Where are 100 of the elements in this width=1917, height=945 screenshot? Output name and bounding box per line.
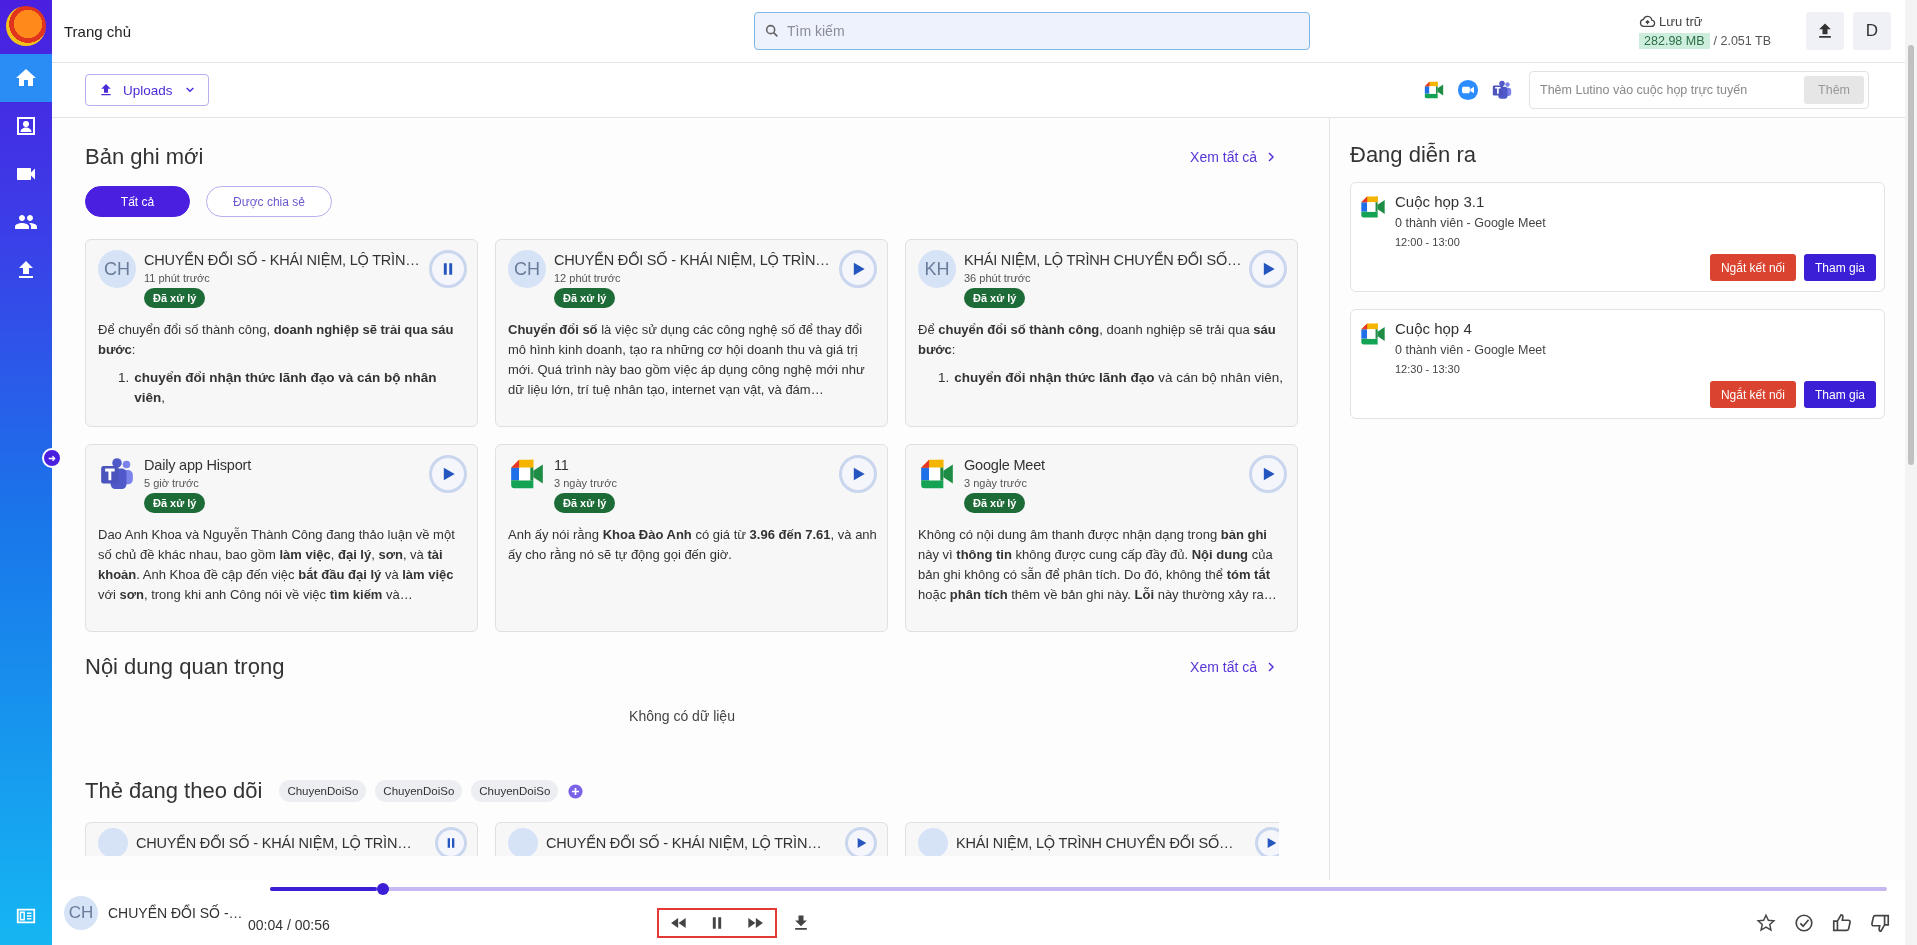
search-icon (764, 23, 780, 39)
search-field[interactable]: Tìm kiếm (754, 12, 1310, 50)
recording-time: 3 ngày trước (964, 477, 1028, 489)
see-all-link[interactable]: Xem tất cả (1190, 659, 1279, 675)
recording-summary: Không có nội dung âm thanh được nhận dạng trong bản ghi này vì thông tin không được cung cấp đầy đủ. Nội dung của bản ghi không có sẵn để phân tích. Do đó, không thể tóm tắt hoặc phân tích thêm về bản ghi này. Lỗi này thường xảy ra… (918, 526, 1278, 604)
uploads-button[interactable]: Uploads (85, 74, 209, 106)
user-avatar: CH (508, 250, 546, 288)
storage-used: 282.98 MB (1639, 33, 1710, 49)
page-title: Trang chủ (64, 22, 132, 40)
upload-button[interactable] (1806, 12, 1844, 50)
status-badge: Đã xử lý (144, 493, 206, 513)
recording-time: 11 phút trước (144, 272, 211, 284)
scrollbar-thumb[interactable] (1908, 45, 1914, 465)
recording-card[interactable]: CHUYỂN ĐỔI SỐ - KHÁI NIỆM, LỘ TRÌN… (495, 822, 888, 856)
meeting-time: 12:30 - 13:30 (1395, 363, 1461, 375)
recording-summary: Để chuyển đổi số thành công, doanh nghiệp sẽ trải qua sáu bước: (98, 321, 455, 359)
recording-time: 36 phút trước (964, 272, 1032, 284)
section-title: Thẻ đang theo dõi (85, 778, 263, 804)
play-button[interactable] (839, 250, 877, 288)
section-title: Đang diễn ra (1350, 142, 1477, 168)
status-badge: Đã xử lý (554, 493, 616, 513)
join-button[interactable]: Tham gia (1803, 381, 1876, 408)
recording-time: 12 phút trước (554, 272, 622, 284)
status-badge: Đã xử lý (144, 288, 206, 308)
contacts-icon (14, 114, 38, 138)
list-item-text: chuyển đổi nhận thức lãnh đạo và cán bộ nhân viên, (954, 369, 1283, 387)
user-avatar (508, 828, 538, 856)
tag-chip[interactable]: ChuyenDoiSo (375, 780, 463, 802)
tag-chip[interactable]: ChuyenDoiSo (471, 780, 559, 802)
pause-button[interactable] (435, 827, 467, 856)
recording-time: 3 ngày trước (554, 477, 618, 489)
play-button[interactable] (845, 827, 877, 856)
upload-icon (98, 82, 114, 98)
recording-card[interactable] (85, 444, 478, 632)
status-badge: Đã xử lý (964, 288, 1026, 308)
play-button[interactable] (1249, 455, 1287, 493)
recording-summary: Anh ấy nói rằng Khoa Đào Anh có giá từ 3.96 đến 7.61, và anh ấy cho rằng nó sẽ tự động gọi đến giờ. (508, 526, 877, 564)
teams-icon (1491, 79, 1513, 101)
recording-summary: Để chuyển đổi số thành công, doanh nghiệp sẽ trải qua sáu bước: (918, 321, 1277, 359)
progress-thumb[interactable] (377, 883, 390, 895)
play-button[interactable] (1249, 250, 1287, 288)
section-title: Nội dung quan trọng (85, 654, 285, 680)
check-circle-icon (1793, 911, 1815, 934)
recording-title: CHUYỂN ĐỔI SỐ - KHÁI NIỆM, LỘ TRÌN… (546, 835, 823, 851)
thumbs-up-button[interactable] (1831, 911, 1853, 934)
cloud-upload-icon (1639, 13, 1657, 30)
disconnect-button[interactable]: Ngắt kết nối (1709, 381, 1796, 408)
status-badge: Đã xử lý (554, 288, 616, 308)
empty-message: Không có dữ liệu (628, 708, 736, 724)
meeting-title: Cuộc họp 3.1 (1395, 193, 1486, 210)
recording-summary: Chuyển đổi số là việc sử dụng các công nghệ số để thay đổi mô hình kinh doanh, tạo ra những cơ hội doanh thu và giá trị mới. Quá trình này bao gồm việc áp dụng công nghệ mới như dữ liệu lớn, trí tuệ nhân tạo, internet vạn vật, và đám… (508, 321, 866, 399)
recording-title: Daily app Hisport (144, 457, 252, 473)
storage-total: / 2.051 TB (1713, 34, 1771, 48)
user-avatar (918, 828, 948, 856)
user-avatar[interactable]: D (1853, 12, 1891, 50)
recording-title: CHUYỂN ĐỔI SỐ - KHÁI NIỆM, LỘ TRÌN… (554, 252, 831, 268)
recording-card[interactable]: CHUYỂN ĐỔI SỐ - KHÁI NIỆM, LỘ TRÌN… (85, 822, 478, 856)
play-button[interactable] (839, 455, 877, 493)
recording-card[interactable]: CH CHUYỂN ĐỔI SỐ - KHÁI NIỆM, LỘ TRÌN… 11 phút trước Đã xử lý Để chuyển đổi số thành công, doanh nghiệp sẽ trải qua sáu bước: 1. chuyển đổi nhận thức lãnh đạo và cán bộ nhân viên, (85, 239, 478, 427)
user-avatar: CH (98, 250, 136, 288)
join-button[interactable]: Tham gia (1803, 254, 1876, 281)
recording-card[interactable]: KH KHÁI NIỆM, LỘ TRÌNH CHUYỂN ĐỔI SỐ… 36 phút trước Đã xử lý Để chuyển đổi số thành công, doanh nghiệp sẽ trải qua sáu bước: 1. chuyển đổi nhận thức lãnh đạo và cán bộ nhân viên, (905, 239, 1298, 427)
recording-title: KHÁI NIỆM, LỘ TRÌNH CHUYỂN ĐỔI SỐ… (964, 252, 1241, 268)
play-button[interactable] (429, 455, 467, 493)
recording-card[interactable] (905, 444, 1298, 632)
check-button[interactable] (1793, 911, 1815, 934)
recording-title: Google Meet (964, 457, 1046, 473)
list-number: 1. (938, 369, 950, 387)
pause-button[interactable] (429, 250, 467, 288)
thumbs-up-icon (1831, 911, 1853, 934)
meeting-subtitle: 0 thành viên - Google Meet (1395, 343, 1546, 357)
list-number: 1. (118, 369, 130, 387)
section-title: Bản ghi mới (85, 144, 204, 170)
status-badge: Đã xử lý (964, 493, 1026, 513)
playback-time: 00:04 / 00:56 (248, 916, 330, 933)
filter-chip[interactable]: Được chia sẻ (206, 186, 332, 217)
sidebar-item[interactable] (0, 54, 52, 102)
recording-summary: Dao Anh Khoa và Nguyễn Thành Công đang thảo luận về một số chủ đề khác nhau, bao gồm làm việc, đại lý, sơn, và tài khoản. Anh Khoa đề cập đến việc bắt đầu đại lý và làm việc với sơn, trong khi anh Công nói về việc tìm kiếm và… (98, 526, 456, 604)
storage-label: Lưu trữ (1659, 14, 1703, 29)
google-meet-icon (1423, 79, 1445, 101)
meeting-subtitle: 0 thành viên - Google Meet (1395, 216, 1546, 230)
recording-title: 11 (554, 457, 570, 473)
user-avatar: CH (64, 895, 98, 930)
see-all-link[interactable]: Xem tất cả (1190, 149, 1279, 165)
add-tag-icon (567, 782, 585, 800)
sidebar-toggle-button[interactable] (42, 448, 62, 468)
disconnect-button[interactable]: Ngắt kết nối (1709, 254, 1796, 281)
recording-card[interactable] (495, 239, 888, 427)
recording-card[interactable]: KHÁI NIỆM, LỘ TRÌNH CHUYỂN ĐỔI SỐ… (905, 822, 1279, 856)
meeting-time: 12:00 - 13:00 (1395, 236, 1461, 248)
recording-card[interactable]: 11 3 ngày trước Đã xử lý Anh ấy nói rằng Khoa Đào Anh có giá từ 3.96 đến 7.61, và anh ấy cho rằng nó sẽ tự động gọi đến giờ. (495, 444, 888, 632)
recording-title: CHUYỂN ĐỔI SỐ - KHÁI NIỆM, LỘ TRÌN… (136, 835, 413, 851)
recording-title: KHÁI NIỆM, LỘ TRÌNH CHUYỂN ĐỔI SỐ… (956, 835, 1235, 851)
recording-time: 5 giờ trước (144, 477, 200, 489)
tag-chip[interactable]: ChuyenDoiSo (279, 780, 367, 802)
list-item-text: chuyển đổi nhận thức lãnh đạo và cán bộ nhân viên, (134, 369, 438, 407)
recording-title: CHUYỂN ĐỔI SỐ - KHÁI NIỆM, LỘ TRÌN… (144, 252, 421, 268)
zoom-icon (1457, 79, 1479, 101)
user-avatar (98, 828, 128, 856)
filter-chip[interactable]: Tất cả (85, 186, 190, 217)
